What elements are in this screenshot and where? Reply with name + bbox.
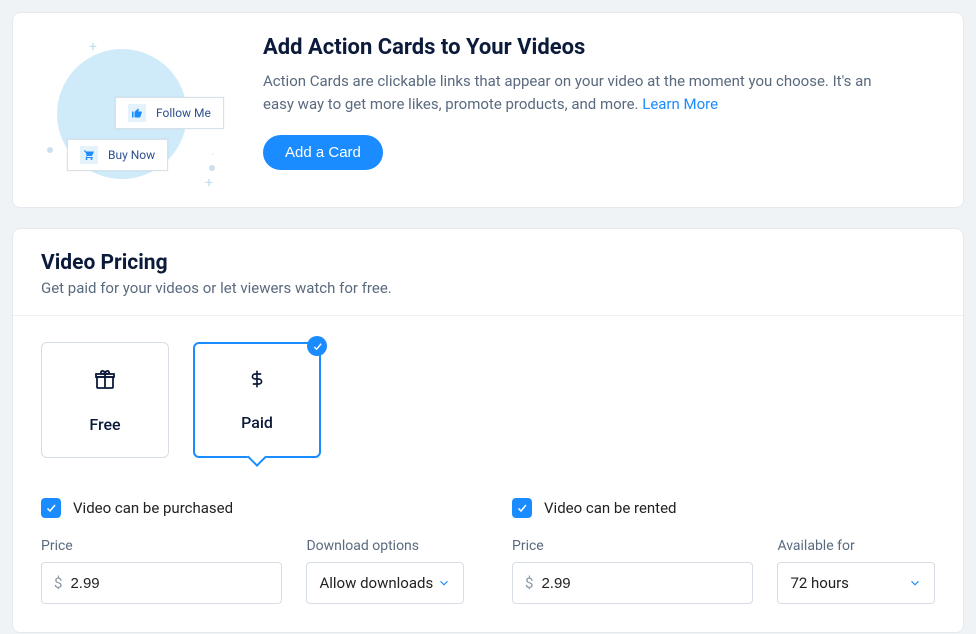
video-pricing-panel: Video Pricing Get paid for your videos o… xyxy=(12,228,964,633)
action-cards-description: Action Cards are clickable links that ap… xyxy=(263,70,903,117)
purchase-price-input-wrapper: $ xyxy=(41,562,282,604)
purchase-checkbox[interactable] xyxy=(41,498,61,518)
learn-more-link[interactable]: Learn More xyxy=(642,95,718,113)
available-for-select[interactable]: 72 hours xyxy=(777,562,935,604)
cart-icon xyxy=(80,146,98,164)
pricing-subtitle: Get paid for your videos or let viewers … xyxy=(41,279,935,297)
available-for-label: Available for xyxy=(777,538,935,554)
download-options-value: Allow downloads xyxy=(319,574,433,592)
purchase-price-label: Price xyxy=(41,538,282,554)
rent-price-label: Price xyxy=(512,538,753,554)
action-cards-illustration: + + · Follow Me Buy Now xyxy=(37,35,247,185)
rent-column: Video can be rented Price $ Available fo… xyxy=(512,498,935,604)
purchase-column: Video can be purchased Price $ Download … xyxy=(41,498,464,604)
add-card-button[interactable]: Add a Card xyxy=(263,135,383,170)
pricing-title: Video Pricing xyxy=(41,251,935,275)
chevron-down-icon xyxy=(437,576,451,590)
chevron-down-icon xyxy=(908,576,922,590)
purchase-checkbox-label: Video can be purchased xyxy=(73,499,233,517)
illustration-follow-label: Follow Me xyxy=(156,106,211,120)
illustration-buy-card: Buy Now xyxy=(67,139,168,171)
dollar-icon xyxy=(247,369,267,395)
currency-symbol: $ xyxy=(525,574,533,592)
rent-checkbox-label: Video can be rented xyxy=(544,499,677,517)
action-cards-title: Add Action Cards to Your Videos xyxy=(263,35,935,60)
action-cards-panel: + + · Follow Me Buy Now Add Action Cards… xyxy=(12,12,964,208)
rent-checkbox[interactable] xyxy=(512,498,532,518)
rent-price-input[interactable] xyxy=(541,575,740,592)
download-options-select[interactable]: Allow downloads xyxy=(306,562,464,604)
check-badge-icon xyxy=(307,336,327,356)
currency-symbol: $ xyxy=(54,574,62,592)
pricing-option-free[interactable]: Free xyxy=(41,342,169,458)
gift-icon xyxy=(93,367,117,397)
rent-price-input-wrapper: $ xyxy=(512,562,753,604)
available-for-value: 72 hours xyxy=(790,574,849,592)
download-options-label: Download options xyxy=(306,538,464,554)
illustration-follow-card: Follow Me xyxy=(115,97,224,129)
illustration-buy-label: Buy Now xyxy=(108,148,155,162)
thumbs-up-icon xyxy=(128,104,146,122)
purchase-price-input[interactable] xyxy=(70,575,269,592)
pricing-option-paid[interactable]: Paid xyxy=(193,342,321,458)
paid-option-label: Paid xyxy=(241,413,273,432)
free-option-label: Free xyxy=(89,415,120,434)
